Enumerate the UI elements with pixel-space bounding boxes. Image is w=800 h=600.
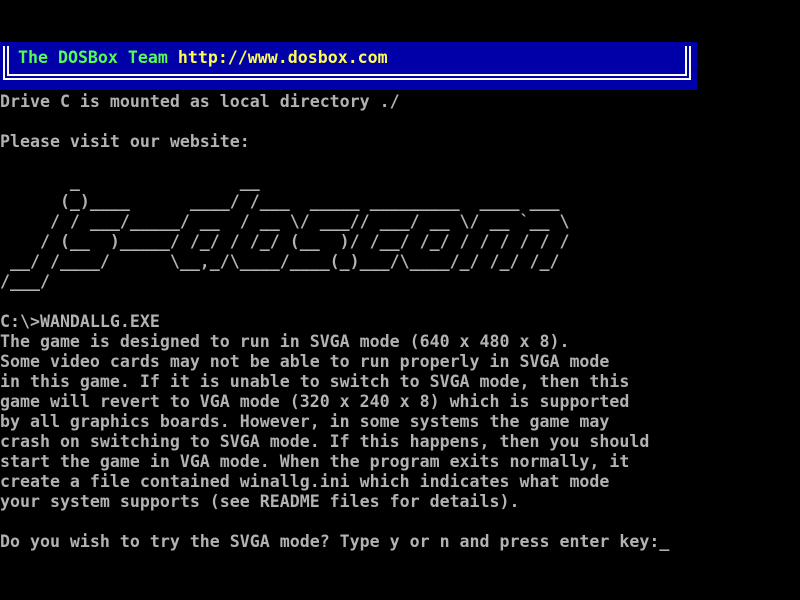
dosbox-url-text: http://www.dosbox.com <box>178 48 388 67</box>
visit-website-line: Please visit our website: <box>0 132 800 152</box>
jsdos-ascii-art-line: /___/ <box>0 272 800 292</box>
game-info-line: in this game. If it is unable to switch … <box>0 372 800 392</box>
blank-line <box>0 292 800 312</box>
command-line: C:\>WANDALLG.EXE <box>0 312 800 332</box>
game-info-line: start the game in VGA mode. When the pro… <box>0 452 800 472</box>
game-info-line: create a file contained winallg.ini whic… <box>0 472 800 492</box>
game-info-line: crash on switching to SVGA mode. If this… <box>0 432 800 452</box>
game-info-line: The game is designed to run in SVGA mode… <box>0 332 800 352</box>
dosbox-banner: The DOSBox Team http://www.dosbox.com <box>0 42 697 90</box>
text-cursor[interactable]: _ <box>659 532 669 551</box>
banner-title: The DOSBox Team http://www.dosbox.com <box>18 48 388 68</box>
jsdos-ascii-art-line: / / ___/_____/ __ / __ \/ ___// ___/ __ … <box>0 212 800 232</box>
game-info-line: game will revert to VGA mode (320 x 240 … <box>0 392 800 412</box>
game-info-line: Some video cards may not be able to run … <box>0 352 800 372</box>
jsdos-ascii-art-line: __/ /____/ \__,_/\____/____(_)___/\____/… <box>0 252 800 272</box>
blank-line <box>0 112 800 132</box>
terminal-output: Drive C is mounted as local directory ./… <box>0 92 800 552</box>
jsdos-ascii-art-line: / (__ )_____/ /_/ / /_/ (__ )/ /__/ /_/ … <box>0 232 800 252</box>
jsdos-ascii-art-line: (_)____ ____/ /___ _____ _________ ____ … <box>0 192 800 212</box>
svga-prompt-line[interactable]: Do you wish to try the SVGA mode? Type y… <box>0 532 800 552</box>
mount-status-line: Drive C is mounted as local directory ./ <box>0 92 800 112</box>
blank-line <box>0 512 800 532</box>
game-info-line: your system supports (see README files f… <box>0 492 800 512</box>
prompt-text: Do you wish to try the SVGA mode? Type y… <box>0 532 659 551</box>
dosbox-team-label: The DOSBox Team <box>18 48 178 67</box>
dosbox-terminal-screen[interactable]: The DOSBox Team http://www.dosbox.com Dr… <box>0 0 800 600</box>
game-info-line: by all graphics boards. However, in some… <box>0 412 800 432</box>
blank-line <box>0 152 800 172</box>
jsdos-ascii-art-line: _ __ <box>0 172 800 192</box>
